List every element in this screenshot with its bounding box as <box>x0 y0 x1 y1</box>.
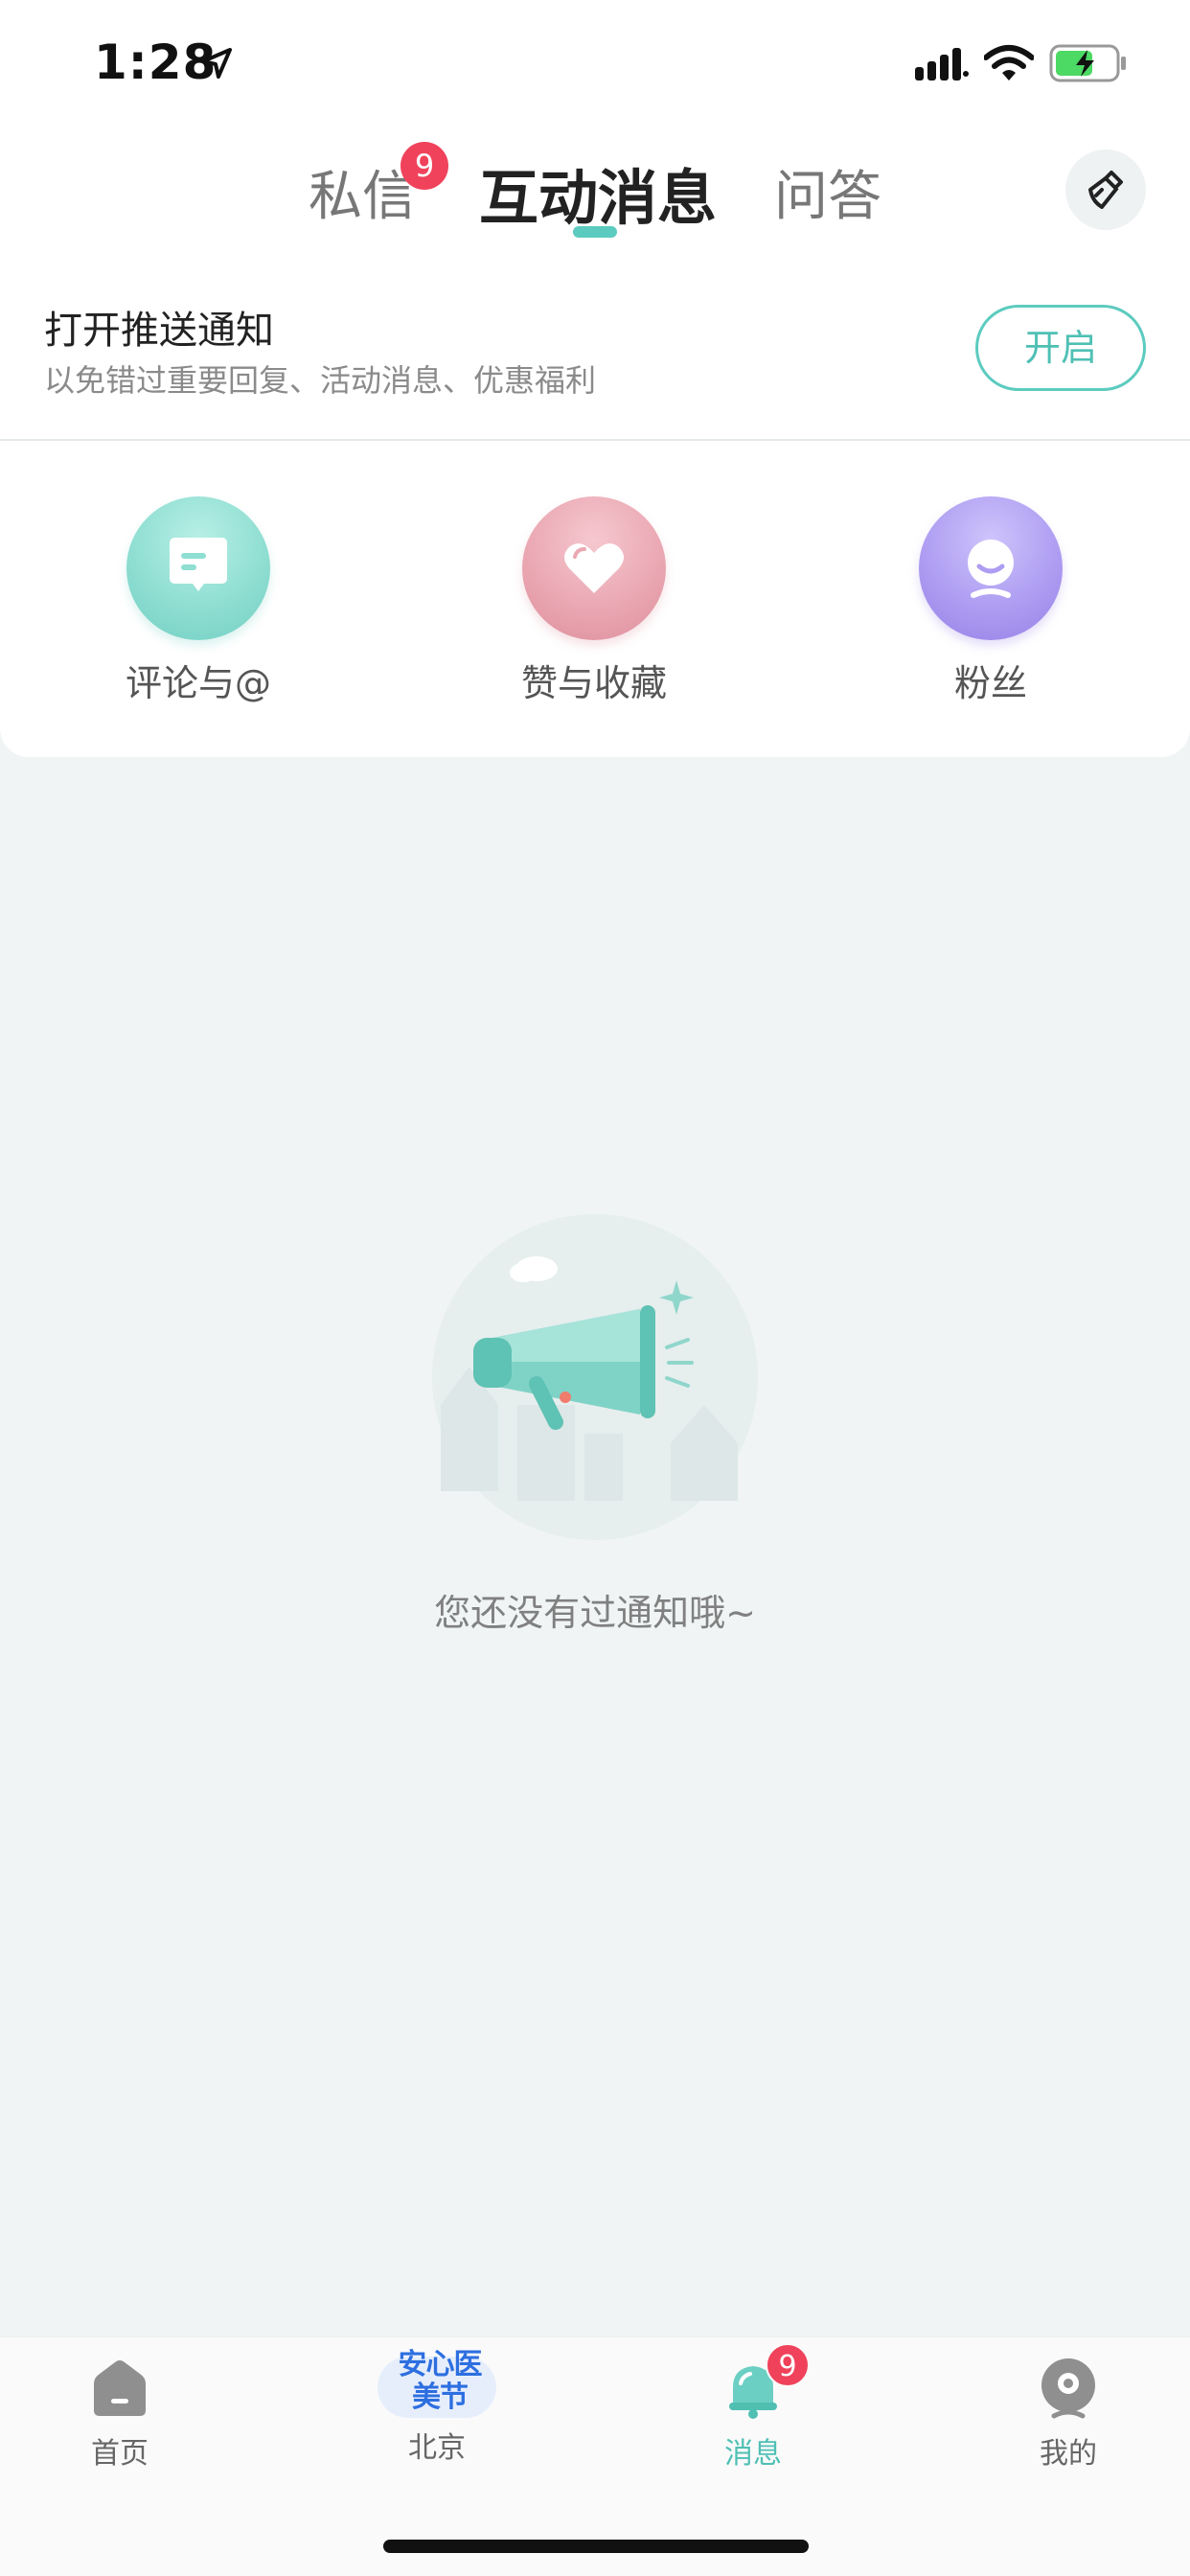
category-fans[interactable]: 粉丝 <box>876 496 1106 706</box>
cellular-signal-icon <box>915 48 969 80</box>
push-banner-title: 打开推送通知 <box>44 309 274 353</box>
active-tab-indicator <box>573 226 617 238</box>
nav-label: 我的 <box>1040 2437 1097 2471</box>
location-arrow-icon <box>201 48 232 79</box>
status-bar: 1:28 <box>0 0 1190 125</box>
category-label: 赞与收藏 <box>520 662 667 704</box>
enable-push-button[interactable]: 开启 <box>975 305 1146 391</box>
category-label: 评论与@ <box>125 662 271 704</box>
push-banner-subtitle: 以免错过重要回复、活动消息、优惠福利 <box>44 362 597 399</box>
fan-icon-circle <box>919 496 1063 640</box>
battery-charging-icon <box>1049 44 1126 82</box>
clear-unread-button[interactable] <box>1065 150 1146 230</box>
comment-icon-circle <box>126 496 270 640</box>
profile-icon <box>1041 2358 1095 2419</box>
heart-icon-circle <box>522 496 666 640</box>
dm-unread-badge: 9 <box>400 142 448 190</box>
home-indicator <box>383 2540 809 2553</box>
push-notification-banner: 打开推送通知 以免错过重要回复、活动消息、优惠福利 开启 <box>0 259 1190 441</box>
nav-messages[interactable]: 9 消息 <box>657 2343 849 2472</box>
heart-icon <box>564 543 624 593</box>
message-header: 私信 9 互动消息 问答 <box>0 125 1190 259</box>
megaphone-icon <box>432 1214 758 1540</box>
messages-unread-badge: 9 <box>766 2343 810 2387</box>
broom-icon <box>1088 171 1123 209</box>
nav-home[interactable]: 首页 <box>24 2355 216 2472</box>
nav-label: 北京 <box>408 2431 466 2465</box>
tab-qa[interactable]: 问答 <box>774 153 881 231</box>
wifi-icon <box>984 45 1034 80</box>
nav-profile[interactable]: 我的 <box>973 2355 1164 2472</box>
nav-city[interactable]: 安心医美节 北京 <box>341 2349 533 2466</box>
nav-label: 首页 <box>91 2437 149 2471</box>
nav-label: 消息 <box>724 2437 782 2471</box>
tab-interactions[interactable]: 互动消息 <box>479 150 717 236</box>
festival-logo-text: 安心医美节 <box>398 2348 483 2414</box>
category-likes-favorites[interactable]: 赞与收藏 <box>479 496 709 706</box>
interaction-categories: 评论与@ 赞与收藏 粉丝 <box>0 441 1190 757</box>
festival-logo: 安心医美节 <box>370 2349 504 2424</box>
fan-icon <box>968 540 1014 598</box>
category-label: 粉丝 <box>953 662 1027 704</box>
empty-state-text: 您还没有过通知哦~ <box>434 1592 756 1634</box>
home-icon <box>94 2360 146 2416</box>
category-comments[interactable]: 评论与@ <box>83 496 313 706</box>
comment-icon <box>170 538 227 591</box>
